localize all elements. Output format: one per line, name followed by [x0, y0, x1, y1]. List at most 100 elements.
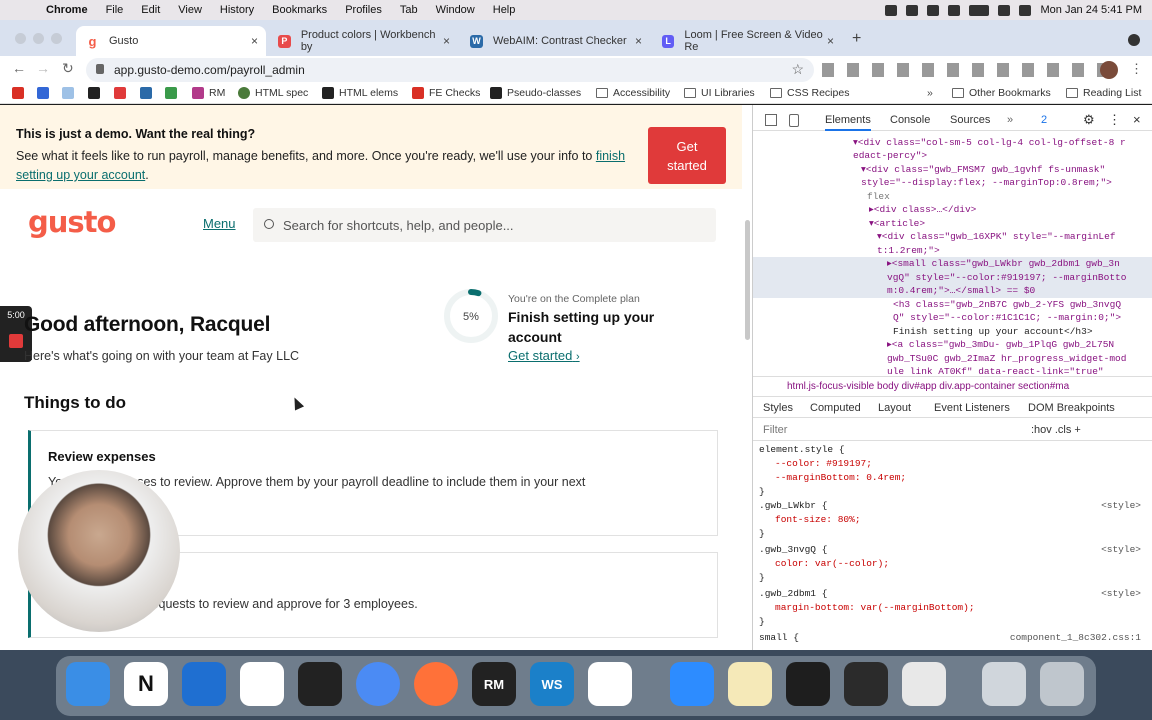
- tab-dom-breakpoints[interactable]: DOM Breakpoints: [1028, 402, 1115, 414]
- dom-line[interactable]: <h3 class="gwb_2nB7C gwb_2-YFS gwb_3nvgQ: [893, 298, 1121, 312]
- back-icon[interactable]: ←: [12, 60, 26, 76]
- menu-tab[interactable]: Tab: [400, 4, 418, 16]
- rule-source[interactable]: <style>: [1101, 499, 1141, 513]
- tab-computed[interactable]: Computed: [810, 402, 861, 414]
- menu-history[interactable]: History: [220, 4, 254, 16]
- rule-source[interactable]: <style>: [1101, 543, 1141, 557]
- dom-line[interactable]: gwb_TSu0C gwb_2ImaZ hr_progress_widget-m…: [887, 352, 1126, 366]
- dom-line[interactable]: Q" style="--color:#1C1C1C; --margin:0;">: [893, 311, 1121, 325]
- dom-line[interactable]: ▸<div class>…</div>: [869, 203, 976, 217]
- new-tab-icon[interactable]: +: [852, 30, 861, 48]
- wifi-icon[interactable]: [998, 4, 1011, 16]
- activity-monitor-icon[interactable]: [844, 662, 888, 706]
- figma-icon[interactable]: [786, 662, 830, 706]
- downloads-stack-icon[interactable]: [982, 662, 1026, 706]
- gmail-bookmark-icon[interactable]: [12, 87, 24, 99]
- bookmark-icon[interactable]: [140, 87, 152, 99]
- battery-icon[interactable]: [969, 4, 990, 16]
- dom-line[interactable]: ▾<article>: [869, 217, 925, 231]
- close-tab-icon[interactable]: ×: [635, 34, 642, 48]
- tab-product-colors[interactable]: P Product colors | Workbench by ×: [268, 26, 458, 56]
- dom-line[interactable]: style="--display:flex; --marginTop:0.8re…: [861, 176, 1112, 190]
- dom-line[interactable]: ▾<div class="gwb_16XPK" style="--marginL…: [877, 230, 1116, 244]
- close-tab-icon[interactable]: ×: [251, 34, 258, 48]
- tab-loom[interactable]: L Loom | Free Screen & Video Re ×: [652, 26, 842, 56]
- status-icon[interactable]: [927, 4, 940, 16]
- reload-icon[interactable]: ↻: [62, 60, 74, 77]
- bookmark-rm[interactable]: RM: [192, 87, 225, 99]
- page-scrollbar[interactable]: [745, 220, 750, 340]
- bookmark-icon[interactable]: [88, 87, 100, 99]
- menu-link[interactable]: Menu: [203, 216, 236, 231]
- dom-line-selected[interactable]: ▸<small class="gwb_LWkbr gwb_2dbm1 gwb_3…: [753, 257, 1152, 271]
- tab-styles[interactable]: Styles: [763, 402, 793, 414]
- trash-icon[interactable]: [1040, 662, 1084, 706]
- tab-sources[interactable]: Sources: [950, 114, 990, 126]
- avatar[interactable]: [1100, 61, 1118, 79]
- dom-line[interactable]: ▾<div class="gwb_FMSM7 gwb_1gvhf fs-unma…: [861, 163, 1105, 177]
- forward-icon[interactable]: →: [36, 60, 50, 76]
- bookmark-accessibility[interactable]: Accessibility: [596, 87, 670, 99]
- rule-decl[interactable]: font-size: 80%;: [775, 513, 861, 527]
- close-tab-icon[interactable]: ×: [827, 34, 834, 48]
- flex-badge[interactable]: flex: [867, 190, 890, 204]
- status-icon[interactable]: [948, 4, 961, 16]
- bookmark-css-recipes[interactable]: CSS Recipes: [770, 87, 849, 99]
- minimize-window-icon[interactable]: [33, 33, 44, 44]
- dom-line-selected[interactable]: vgQ" style="--color:#919197; --marginBot…: [753, 271, 1152, 285]
- status-icon[interactable]: [906, 4, 919, 16]
- slack-icon[interactable]: [240, 662, 284, 706]
- menu-view[interactable]: View: [178, 4, 202, 16]
- dom-line[interactable]: ▾<div class="col-sm-5 col-lg-4 col-lg-of…: [853, 136, 1126, 150]
- menu-window[interactable]: Window: [436, 4, 475, 16]
- dom-line[interactable]: Finish setting up your account</h3>: [893, 325, 1093, 339]
- clock[interactable]: Mon Jan 24 5:41 PM: [1040, 4, 1142, 16]
- breadcrumb[interactable]: html.js-focus-visible body div#app div.a…: [753, 376, 1152, 394]
- rule-decl[interactable]: --marginBottom: 0.4rem;: [775, 471, 906, 485]
- terminal-icon[interactable]: [298, 662, 342, 706]
- dom-line-selected[interactable]: m:0.4rem;">…</small> == $0: [753, 284, 1152, 298]
- status-icon[interactable]: [885, 4, 898, 16]
- menu-edit[interactable]: Edit: [141, 4, 160, 16]
- tab-console[interactable]: Console: [890, 114, 930, 126]
- notion-icon[interactable]: N: [124, 662, 168, 706]
- rule-decl[interactable]: --color: #919197;: [775, 457, 872, 471]
- bookmark-ui-libraries[interactable]: UI Libraries: [684, 87, 755, 99]
- tab-search-icon[interactable]: [1128, 34, 1140, 46]
- menu-bookmarks[interactable]: Bookmarks: [272, 4, 327, 16]
- tab-webaim[interactable]: W WebAIM: Contrast Checker ×: [460, 26, 650, 56]
- tab-layout[interactable]: Layout: [878, 402, 911, 414]
- menu-file[interactable]: File: [106, 4, 124, 16]
- close-tab-icon[interactable]: ×: [443, 34, 450, 48]
- search-icon[interactable]: [1019, 4, 1032, 16]
- filter-options[interactable]: :hov .cls +: [1031, 424, 1081, 436]
- dom-line[interactable]: edact-percy">: [853, 149, 927, 163]
- rubymine-icon[interactable]: RM: [472, 662, 516, 706]
- 1password-icon[interactable]: [182, 662, 226, 706]
- bookmark-html-spec[interactable]: HTML spec: [238, 87, 308, 99]
- tab-event-listeners[interactable]: Event Listeners: [934, 402, 1010, 414]
- extensions-icon[interactable]: [822, 63, 1112, 77]
- bookmark-icon[interactable]: [165, 87, 177, 99]
- issues-badge[interactable]: 2: [1041, 114, 1047, 126]
- bookmark-fe-checks[interactable]: FE Checks: [412, 87, 480, 99]
- stop-recording-icon[interactable]: [9, 334, 23, 348]
- rule-source[interactable]: component_1_8c302.css:1: [1010, 631, 1141, 645]
- search-input[interactable]: Search for shortcuts, help, and people..…: [253, 208, 716, 242]
- bookmark-icon[interactable]: [114, 87, 126, 99]
- bookmarks-overflow-icon[interactable]: »: [927, 87, 933, 99]
- dom-line[interactable]: ▸<a class="gwb_3mDu- gwb_1PlqG gwb_2L75N: [887, 338, 1114, 352]
- more-tabs-icon[interactable]: »: [1007, 114, 1013, 126]
- get-started-button[interactable]: Get started: [648, 127, 726, 184]
- address-bar[interactable]: app.gusto-demo.com/payroll_admin ☆: [86, 58, 814, 82]
- zoom-window-icon[interactable]: [51, 33, 62, 44]
- webcam-bubble[interactable]: [18, 470, 180, 632]
- script-editor-icon[interactable]: [902, 662, 946, 706]
- close-window-icon[interactable]: [15, 33, 26, 44]
- tab-gusto[interactable]: g Gusto ×: [76, 26, 266, 56]
- setup-get-started-link[interactable]: Get started ›: [508, 348, 580, 363]
- gusto-logo[interactable]: gusto: [28, 205, 116, 239]
- chrome-icon[interactable]: [356, 662, 400, 706]
- filter-input[interactable]: Filter: [763, 424, 787, 436]
- tab-elements[interactable]: Elements: [825, 114, 871, 131]
